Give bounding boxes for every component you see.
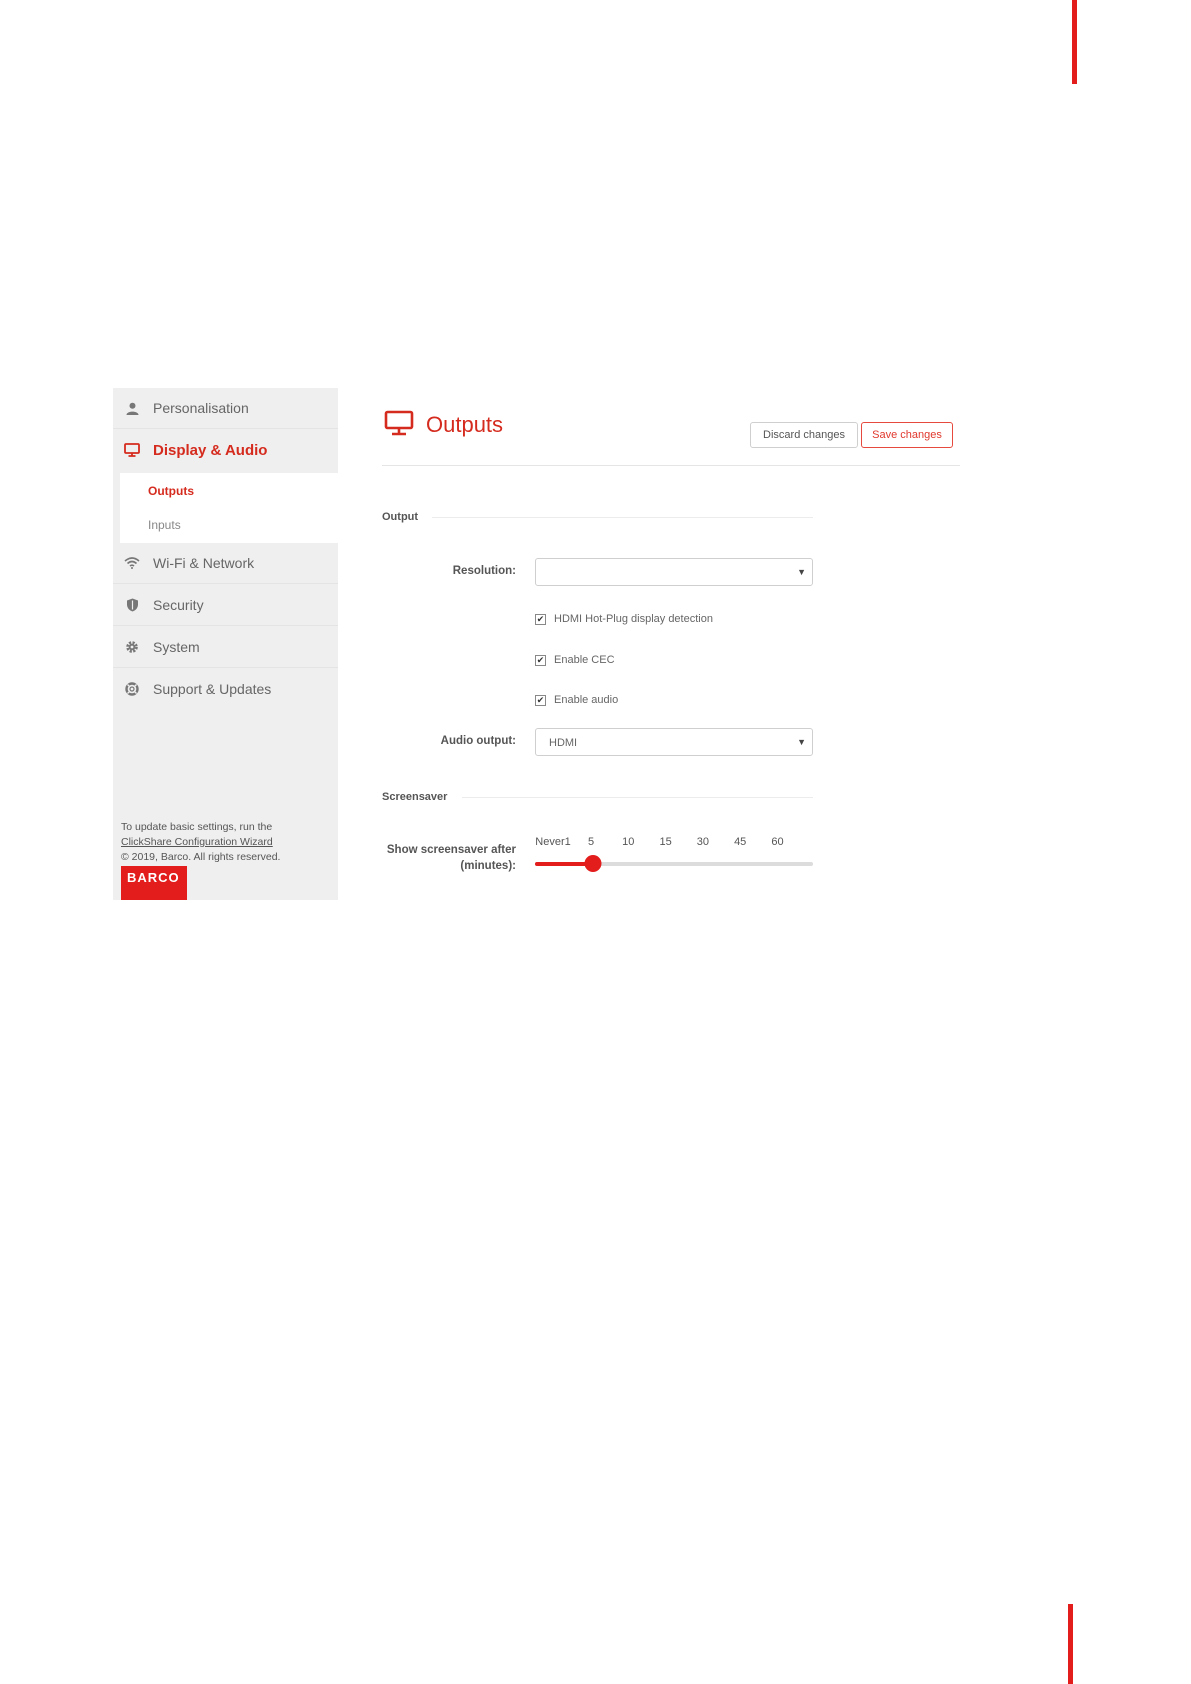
caret-down-icon: ▼: [797, 737, 806, 747]
monitor-icon: [384, 410, 414, 441]
footer-hint-text: To update basic settings, run the: [121, 821, 273, 833]
sidebar-item-label: Security: [153, 597, 204, 613]
sidebar-item-label: Support & Updates: [153, 681, 272, 697]
caret-down-icon: ▼: [797, 567, 806, 577]
shield-icon: [124, 597, 140, 613]
checkbox-label: Enable audio: [554, 694, 619, 706]
page-edge-marker-top: [1072, 0, 1077, 84]
hdmi-hotplug-checkbox[interactable]: ✔ HDMI Hot-Plug display detection: [535, 613, 713, 625]
header-divider: [382, 465, 960, 466]
sidebar-subnav: Outputs Inputs: [120, 473, 338, 543]
sidebar-subitem-inputs[interactable]: Inputs: [148, 518, 181, 532]
monitor-icon: [124, 442, 140, 458]
output-section-title: Output: [382, 511, 419, 523]
sidebar-item-security[interactable]: Security: [113, 585, 338, 626]
slider-tick-label[interactable]: 10: [622, 836, 634, 848]
checkbox-label: Enable CEC: [554, 654, 615, 666]
screensaver-section-divider: [462, 797, 813, 798]
resolution-select[interactable]: ▼: [535, 558, 813, 586]
enable-cec-checkbox[interactable]: ✔ Enable CEC: [535, 654, 615, 666]
logo-text: BARCO: [127, 870, 180, 885]
screensaver-section-title: Screensaver: [382, 791, 448, 803]
checkbox-checked-icon: ✔: [535, 613, 546, 625]
sidebar-item-label: Wi-Fi & Network: [153, 555, 255, 571]
wifi-icon: [124, 555, 140, 571]
wizard-link[interactable]: ClickShare Configuration Wizard: [121, 836, 273, 848]
slider-tick-label[interactable]: Never1: [535, 836, 570, 848]
checkbox-checked-icon: ✔: [535, 654, 546, 666]
slider-tick-label[interactable]: 45: [734, 836, 746, 848]
screensaver-slider[interactable]: [535, 855, 813, 872]
sidebar-item-system[interactable]: System: [113, 627, 338, 668]
barco-logo: BARCO: [121, 866, 187, 900]
audio-output-select[interactable]: HDMI ▼: [535, 728, 813, 756]
sidebar-item-personalisation[interactable]: Personalisation: [113, 388, 338, 429]
checkbox-checked-icon: ✔: [535, 694, 546, 706]
checkbox-label: HDMI Hot-Plug display detection: [554, 613, 713, 625]
enable-audio-checkbox[interactable]: ✔ Enable audio: [535, 694, 618, 706]
page-edge-marker-bottom: [1068, 1604, 1073, 1684]
sidebar-subitem-outputs[interactable]: Outputs: [148, 484, 194, 498]
sidebar-item-label: Personalisation: [153, 400, 249, 416]
settings-screenshot: Personalisation Display & Audio Outputs …: [113, 388, 963, 900]
resolution-label: Resolution:: [452, 565, 516, 577]
output-section-divider: [432, 517, 813, 518]
sidebar-item-display-audio[interactable]: Display & Audio: [113, 430, 338, 470]
sidebar-item-wifi-network[interactable]: Wi-Fi & Network: [113, 543, 338, 584]
main-content: Outputs Discard changes Save changes Out…: [338, 388, 963, 900]
discard-changes-button[interactable]: Discard changes: [750, 422, 858, 448]
slider-handle[interactable]: [584, 855, 602, 872]
screensaver-label-line2: (minutes):: [460, 860, 516, 872]
user-icon: [124, 400, 140, 416]
screensaver-label-line1: Show screensaver after: [386, 844, 516, 856]
audio-output-value: HDMI: [549, 737, 578, 749]
lifebuoy-icon: [124, 681, 140, 697]
audio-output-label: Audio output:: [440, 735, 516, 747]
sidebar: Personalisation Display & Audio Outputs …: [113, 388, 338, 900]
sidebar-item-label: Display & Audio: [153, 441, 268, 459]
page-title: Outputs: [426, 412, 504, 437]
copyright-text: © 2019, Barco. All rights reserved.: [121, 851, 281, 863]
sidebar-item-support-updates[interactable]: Support & Updates: [113, 669, 338, 709]
slider-tick-label[interactable]: 60: [771, 836, 783, 848]
save-changes-button[interactable]: Save changes: [861, 422, 953, 448]
slider-tick-label[interactable]: 5: [588, 836, 594, 848]
slider-tick-label[interactable]: 15: [659, 836, 671, 848]
sidebar-item-label: System: [153, 639, 200, 655]
gear-icon: [124, 639, 140, 655]
slider-tick-label[interactable]: 30: [697, 836, 709, 848]
